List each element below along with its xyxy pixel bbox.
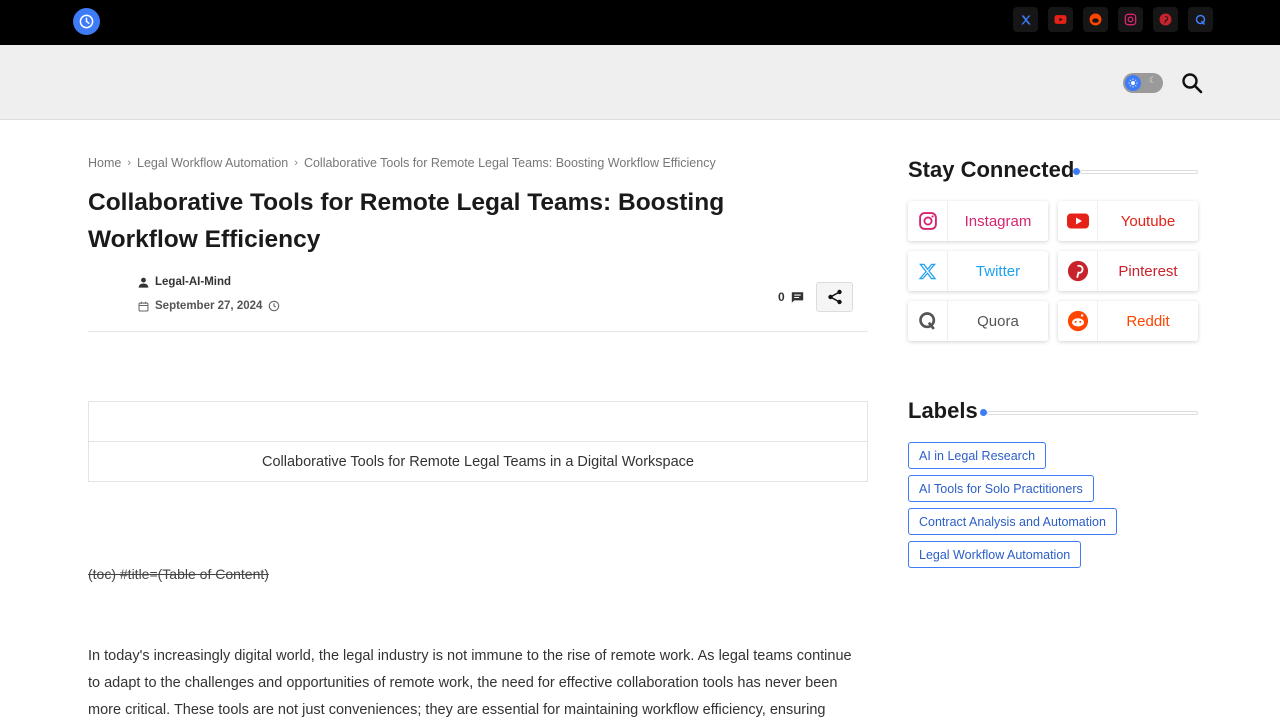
user-icon xyxy=(138,277,149,288)
search-icon xyxy=(1182,73,1203,94)
share-button[interactable] xyxy=(816,282,853,312)
meta-divider xyxy=(88,331,868,332)
top-bar xyxy=(0,0,1280,45)
comment-count[interactable]: 0 xyxy=(778,290,804,304)
label-chip[interactable]: Legal Workflow Automation xyxy=(908,541,1082,568)
clock-icon xyxy=(269,300,280,312)
post-title: Collaborative Tools for Remote Legal Tea… xyxy=(88,189,725,253)
social-card-twitter[interactable]: Twitter xyxy=(908,251,1048,291)
chevron-right-icon: › xyxy=(127,157,132,169)
instagram-icon xyxy=(918,212,937,230)
search-button[interactable] xyxy=(1180,71,1204,95)
featured-image xyxy=(89,402,867,442)
breadcrumb: Home › Legal Workflow Automation › Colla… xyxy=(88,156,716,170)
clock-icon xyxy=(79,14,94,29)
title-line xyxy=(987,411,1198,415)
social-card-pinterest[interactable]: Pinterest xyxy=(1058,251,1198,291)
social-card-label: Pinterest xyxy=(1118,262,1178,280)
chevron-right-icon: › xyxy=(294,157,298,169)
theme-toggle[interactable]: ☾ xyxy=(1123,73,1163,93)
x-icon xyxy=(1020,15,1031,24)
labels-title: Labels xyxy=(908,398,978,423)
share-icon xyxy=(827,289,842,305)
stay-connected-title: Stay Connected xyxy=(908,157,1075,182)
social-card-youtube[interactable]: Youtube xyxy=(1058,201,1198,241)
sun-icon xyxy=(1125,75,1141,91)
breadcrumb-home[interactable]: Home xyxy=(88,156,121,170)
social-card-label: Twitter xyxy=(975,262,1021,280)
post-date: September 27, 2024 xyxy=(138,300,280,312)
title-dot xyxy=(1073,168,1080,175)
social-card-label: Reddit xyxy=(1126,312,1170,330)
breadcrumb-current: Collaborative Tools for Remote Legal Tea… xyxy=(303,156,716,170)
post-intro: In today's increasingly digital world, t… xyxy=(88,648,852,718)
youtube-icon xyxy=(1066,213,1089,229)
top-quora-link[interactable] xyxy=(1188,7,1213,32)
breadcrumb-category[interactable]: Legal Workflow Automation xyxy=(137,156,288,170)
social-card-reddit[interactable]: Reddit xyxy=(1058,301,1198,341)
site-header: ☾ xyxy=(0,45,1280,120)
pinterest-icon xyxy=(1067,260,1088,282)
label-chip[interactable]: AI Tools for Solo Practitioners xyxy=(908,475,1094,502)
quora-icon xyxy=(1195,14,1205,25)
quora-icon xyxy=(918,312,935,330)
social-card-quora[interactable]: Quora xyxy=(908,301,1048,341)
top-social-links xyxy=(1013,7,1213,32)
toc-placeholder: (toc) #title=(Table of Content) xyxy=(88,566,269,582)
reddit-icon xyxy=(1089,13,1102,26)
label-chip[interactable]: AI in Legal Research xyxy=(908,442,1047,469)
site-logo[interactable] xyxy=(73,8,100,35)
twitter-x-icon xyxy=(918,263,937,279)
comment-icon xyxy=(791,291,803,303)
social-card-label: Instagram xyxy=(964,212,1032,230)
youtube-icon xyxy=(1054,15,1067,24)
pinterest-icon xyxy=(1159,13,1172,26)
image-caption: Collaborative Tools for Remote Legal Tea… xyxy=(262,454,694,470)
date-text: September 27, 2024 xyxy=(155,300,263,312)
social-card-label: Youtube xyxy=(1120,212,1176,230)
featured-image-table: Collaborative Tools for Remote Legal Tea… xyxy=(88,401,868,482)
top-pinterest-link[interactable] xyxy=(1153,7,1178,32)
top-instagram-link[interactable] xyxy=(1118,7,1143,32)
top-reddit-link[interactable] xyxy=(1083,7,1108,32)
top-youtube-link[interactable] xyxy=(1048,7,1073,32)
title-line xyxy=(1080,170,1198,174)
label-chip[interactable]: Contract Analysis and Automation xyxy=(908,508,1117,535)
title-dot xyxy=(980,409,987,416)
moon-icon: ☾ xyxy=(1148,76,1157,86)
reddit-icon xyxy=(1067,310,1088,332)
instagram-icon xyxy=(1124,13,1137,26)
social-card-instagram[interactable]: Instagram xyxy=(908,201,1048,241)
top-x-link[interactable] xyxy=(1013,7,1038,32)
calendar-icon xyxy=(138,301,149,311)
author-name[interactable]: Legal-AI-Mind xyxy=(155,276,231,288)
post-author[interactable]: Legal-AI-Mind xyxy=(138,276,231,288)
social-card-label: Quora xyxy=(977,312,1019,330)
comment-count-value: 0 xyxy=(778,290,785,304)
